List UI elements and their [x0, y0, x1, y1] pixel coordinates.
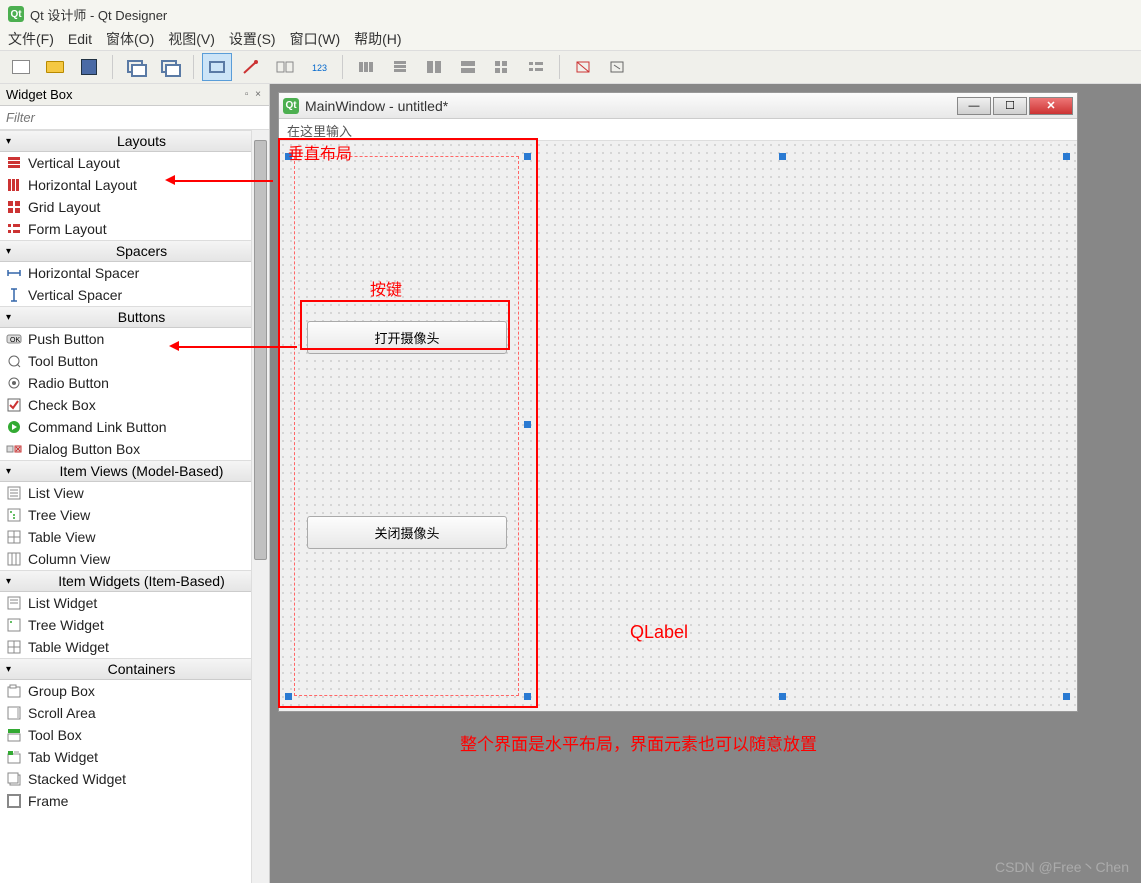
- widget-tool-button[interactable]: Tool Button: [0, 350, 269, 372]
- minimize-icon[interactable]: —: [957, 97, 991, 115]
- toolbar-edit-widgets-icon[interactable]: [202, 53, 232, 81]
- design-canvas[interactable]: Qt MainWindow - untitled* — ☐ ✕ 在这里输入: [270, 84, 1141, 883]
- toolbar-open-icon[interactable]: [40, 53, 70, 81]
- category-itemviews[interactable]: ▾Item Views (Model-Based): [0, 460, 269, 482]
- widget-table-view[interactable]: Table View: [0, 526, 269, 548]
- menu-help[interactable]: 帮助(H): [354, 29, 401, 49]
- widget-form-layout[interactable]: Form Layout: [0, 218, 269, 240]
- toolbar-layout-hsplit-icon[interactable]: [419, 53, 449, 81]
- toolbar-save-icon[interactable]: [74, 53, 104, 81]
- qt-logo-icon: Qt: [283, 98, 299, 114]
- category-spacers[interactable]: ▾Spacers: [0, 240, 269, 262]
- widget-dialog-button-box[interactable]: Dialog Button Box: [0, 438, 269, 460]
- category-itemwidgets[interactable]: ▾Item Widgets (Item-Based): [0, 570, 269, 592]
- app-titlebar: Qt Qt 设计师 - Qt Designer: [0, 0, 1141, 28]
- svg-text:OK: OK: [10, 337, 20, 344]
- category-buttons[interactable]: ▾Buttons: [0, 306, 269, 328]
- toolbar-layout-h-icon[interactable]: [351, 53, 381, 81]
- widget-tab-widget[interactable]: Tab Widget: [0, 746, 269, 768]
- category-layouts[interactable]: ▾Layouts: [0, 130, 269, 152]
- app-title: Qt 设计师 - Qt Designer: [30, 5, 167, 24]
- widget-scroll-area[interactable]: Scroll Area: [0, 702, 269, 724]
- widget-horizontal-spacer[interactable]: Horizontal Spacer: [0, 262, 269, 284]
- toolbar-edit-taborder-icon[interactable]: 123: [304, 53, 334, 81]
- widget-tool-box[interactable]: Tool Box: [0, 724, 269, 746]
- widget-column-view[interactable]: Column View: [0, 548, 269, 570]
- toolbar-layout-grid-icon[interactable]: [487, 53, 517, 81]
- open-camera-button[interactable]: 打开摄像头: [307, 321, 507, 354]
- widget-group-box[interactable]: Group Box: [0, 680, 269, 702]
- toolbar: 123: [0, 50, 1141, 84]
- widget-list-view[interactable]: List View: [0, 482, 269, 504]
- form-window-titlebar: Qt MainWindow - untitled* — ☐ ✕: [279, 93, 1077, 119]
- form-body[interactable]: 打开摄像头 关闭摄像头: [279, 141, 1077, 711]
- widget-vertical-spacer[interactable]: Vertical Spacer: [0, 284, 269, 306]
- menu-edit[interactable]: Edit: [68, 31, 92, 47]
- category-containers[interactable]: ▾Containers: [0, 658, 269, 680]
- watermark: CSDN @Free丶Chen: [995, 857, 1129, 877]
- widget-tree-widget[interactable]: Tree Widget: [0, 614, 269, 636]
- widget-list: ▾Layouts Vertical Layout Horizontal Layo…: [0, 130, 269, 883]
- widget-box-title: Widget Box ▫ ×: [0, 84, 269, 106]
- menu-view[interactable]: 视图(V): [168, 29, 215, 49]
- widget-box-scrollbar[interactable]: [251, 130, 269, 883]
- toolbar-layout-vsplit-icon[interactable]: [453, 53, 483, 81]
- form-menu-placeholder[interactable]: 在这里输入: [279, 119, 1077, 141]
- toolbar-bring-front-icon[interactable]: [155, 53, 185, 81]
- form-window[interactable]: Qt MainWindow - untitled* — ☐ ✕ 在这里输入: [278, 92, 1078, 712]
- widget-grid-layout[interactable]: Grid Layout: [0, 196, 269, 218]
- menu-window[interactable]: 窗口(W): [290, 29, 341, 49]
- toolbar-adjust-size-icon[interactable]: [602, 53, 632, 81]
- widget-table-widget[interactable]: Table Widget: [0, 636, 269, 658]
- widget-tree-view[interactable]: Tree View: [0, 504, 269, 526]
- close-icon[interactable]: ✕: [1029, 97, 1073, 115]
- toolbar-edit-signals-icon[interactable]: [236, 53, 266, 81]
- widget-frame[interactable]: Frame: [0, 790, 269, 812]
- widget-box-panel: Widget Box ▫ × ▾Layouts Vertical Layout …: [0, 84, 270, 883]
- toolbar-new-icon[interactable]: [6, 53, 36, 81]
- menu-form[interactable]: 窗体(O): [106, 29, 154, 49]
- annotation-arrow-hlayout: [173, 180, 273, 182]
- widget-vertical-layout[interactable]: Vertical Layout: [0, 152, 269, 174]
- close-camera-button[interactable]: 关闭摄像头: [307, 516, 507, 549]
- widget-radio-button[interactable]: Radio Button: [0, 372, 269, 394]
- toolbar-edit-buddies-icon[interactable]: [270, 53, 300, 81]
- toolbar-break-layout-icon[interactable]: [568, 53, 598, 81]
- toolbar-layout-form-icon[interactable]: [521, 53, 551, 81]
- maximize-icon[interactable]: ☐: [993, 97, 1027, 115]
- svg-text:123: 123: [312, 63, 327, 73]
- widget-horizontal-layout[interactable]: Horizontal Layout: [0, 174, 269, 196]
- vertical-layout-container[interactable]: [294, 156, 519, 696]
- toolbar-send-back-icon[interactable]: [121, 53, 151, 81]
- form-window-title: MainWindow - untitled*: [305, 98, 955, 114]
- widget-box-controls[interactable]: ▫ ×: [245, 89, 263, 100]
- toolbar-layout-v-icon[interactable]: [385, 53, 415, 81]
- widget-list-widget[interactable]: List Widget: [0, 592, 269, 614]
- qt-logo-icon: Qt: [8, 6, 24, 22]
- annotation-arrow-pushbutton: [177, 346, 297, 348]
- annotation-bottom: 整个界面是水平布局，界面元素也可以随意放置: [460, 730, 817, 755]
- widget-check-box[interactable]: Check Box: [0, 394, 269, 416]
- menu-file[interactable]: 文件(F): [8, 29, 54, 49]
- filter-input[interactable]: [0, 106, 269, 130]
- widget-command-link-button[interactable]: Command Link Button: [0, 416, 269, 438]
- menubar: 文件(F) Edit 窗体(O) 视图(V) 设置(S) 窗口(W) 帮助(H): [0, 28, 1141, 50]
- menu-settings[interactable]: 设置(S): [229, 29, 276, 49]
- widget-stacked-widget[interactable]: Stacked Widget: [0, 768, 269, 790]
